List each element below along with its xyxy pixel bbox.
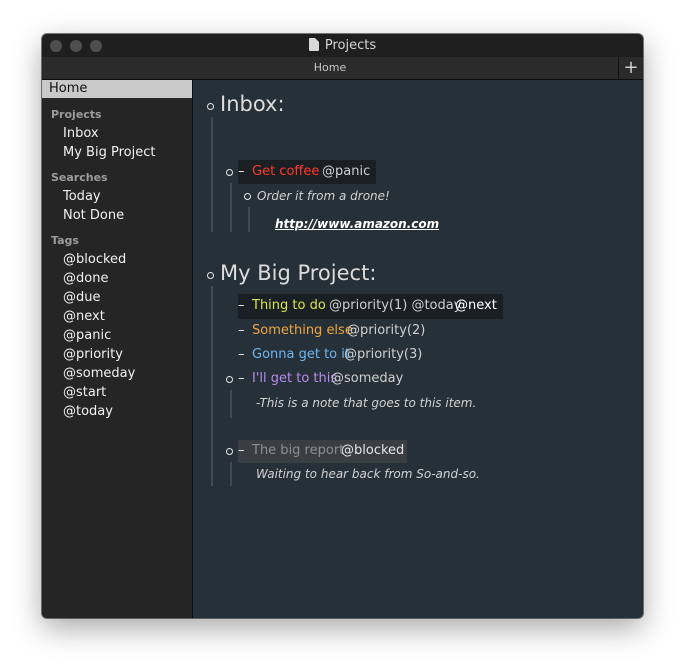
sidebar: Home Projects Inbox My Big Project Searc… [42, 80, 193, 618]
sidebar-tag-done[interactable]: @done [63, 271, 108, 286]
project-item5-text[interactable]: The big report [252, 443, 344, 458]
project-item4-guide-line [230, 390, 232, 418]
app-window: Projects Home + Home Projects Inbox My B… [42, 34, 643, 618]
tab-bar: Home + [42, 57, 643, 80]
inbox-note-text[interactable]: Order it from a drone! [257, 189, 390, 203]
project-item1-tags[interactable]: @priority(1) @today [329, 298, 461, 313]
inbox-item1-text[interactable]: Get coffee [252, 164, 319, 179]
project-item2-dash: – [238, 323, 245, 338]
document-icon [308, 38, 319, 51]
sidebar-heading-projects: Projects [51, 108, 102, 121]
project-item4-text[interactable]: I'll get to this [252, 371, 337, 386]
inbox-item1-dash: – [238, 164, 245, 179]
inbox-note-guide-line [248, 207, 250, 232]
sidebar-heading-searches: Searches [51, 171, 108, 184]
sidebar-tag-blocked[interactable]: @blocked [63, 252, 126, 267]
sidebar-tag-someday[interactable]: @someday [63, 366, 135, 381]
project-guide-line [211, 286, 213, 486]
project-item3-tags[interactable]: @priority(3) [344, 347, 422, 362]
inbox-item1-bullet[interactable] [226, 169, 233, 176]
project-item4-dash: – [238, 371, 245, 386]
add-tab-button[interactable]: + [619, 57, 643, 79]
project-item5-note[interactable]: Waiting to hear back from So-and-so. [256, 467, 480, 481]
sidebar-item-not-done[interactable]: Not Done [63, 208, 124, 223]
project-item5-dash: – [238, 443, 245, 458]
title-bar: Projects [42, 34, 643, 58]
project-item3-dash: – [238, 347, 245, 362]
inbox-guide-line [211, 117, 213, 232]
project-item5-tags[interactable]: @blocked [341, 443, 404, 458]
sidebar-tag-priority[interactable]: @priority [63, 347, 123, 362]
inbox-item1-guide-line [230, 183, 232, 232]
project-item4-bullet[interactable] [226, 376, 233, 383]
sidebar-item-home[interactable]: Home [42, 80, 192, 98]
sidebar-item-my-big-project[interactable]: My Big Project [63, 145, 155, 160]
inbox-item1-tag[interactable]: @panic [322, 164, 370, 179]
sidebar-tag-next[interactable]: @next [63, 309, 105, 324]
project-item5-guide-line [230, 462, 232, 486]
outline-editor[interactable]: Inbox: – Get coffee @panic Order it from… [193, 80, 643, 618]
project-item2-tags[interactable]: @priority(2) [347, 323, 425, 338]
tab-home[interactable]: Home [42, 57, 619, 79]
project-bullet[interactable] [207, 272, 214, 279]
project-heading[interactable]: My Big Project: [220, 261, 376, 285]
inbox-note-bullet[interactable] [244, 193, 251, 200]
sidebar-item-inbox[interactable]: Inbox [63, 126, 99, 141]
window-title-text: Projects [324, 38, 377, 53]
inbox-note-link[interactable]: http://www.amazon.com [275, 213, 439, 232]
project-item2-text[interactable]: Something else [252, 323, 353, 338]
inbox-heading[interactable]: Inbox: [220, 92, 285, 116]
window-title: Projects [42, 34, 643, 57]
project-item5-bullet[interactable] [226, 448, 233, 455]
project-item1-dash: – [238, 298, 245, 313]
project-item4-note[interactable]: -This is a note that goes to this item. [256, 396, 476, 410]
project-item1-text[interactable]: Thing to do [252, 298, 326, 313]
amazon-link[interactable]: http://www.amazon.com [275, 217, 439, 231]
sidebar-item-today[interactable]: Today [63, 189, 101, 204]
project-item1-next-tag[interactable]: @next [455, 298, 497, 313]
sidebar-tag-today[interactable]: @today [63, 404, 113, 419]
sidebar-tag-panic[interactable]: @panic [63, 328, 111, 343]
sidebar-tag-due[interactable]: @due [63, 290, 101, 305]
sidebar-heading-tags: Tags [51, 234, 79, 247]
inbox-bullet[interactable] [207, 103, 214, 110]
project-item4-tags[interactable]: @someday [331, 371, 403, 386]
project-item3-text[interactable]: Gonna get to it [252, 347, 350, 362]
sidebar-tag-start[interactable]: @start [63, 385, 106, 400]
